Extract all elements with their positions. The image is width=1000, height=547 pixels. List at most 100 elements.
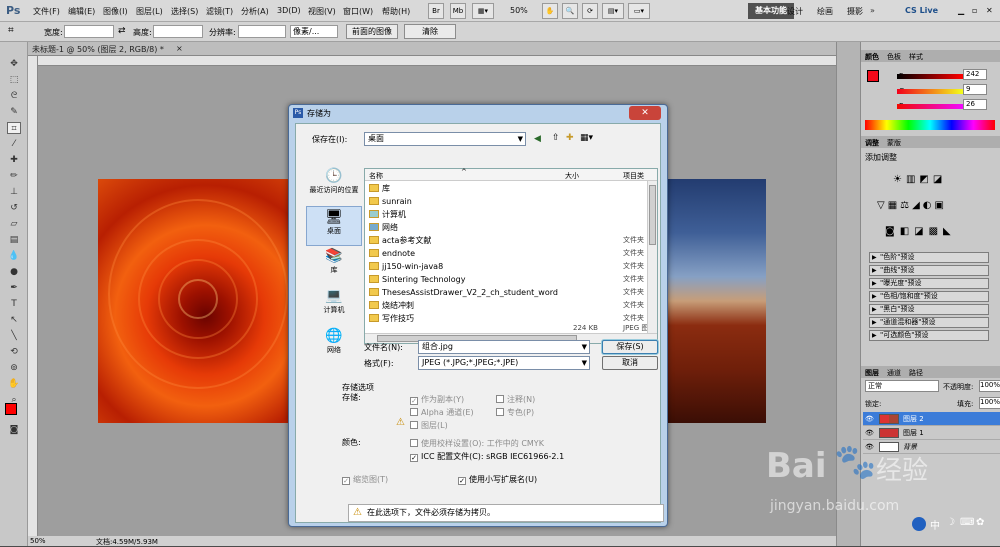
- bridge-button[interactable]: Br: [428, 3, 444, 19]
- column-size[interactable]: 大小: [565, 171, 579, 181]
- pen-tool-icon[interactable]: ✒: [7, 282, 21, 294]
- file-row[interactable]: acta参考文献 文件夹: [369, 234, 653, 247]
- filename-input[interactable]: 组合.jpg ▼: [418, 340, 590, 354]
- r-value[interactable]: 242: [963, 69, 987, 80]
- close-icon[interactable]: ✕: [986, 6, 993, 15]
- healing-brush-icon[interactable]: ✚: [7, 154, 21, 166]
- menu-select[interactable]: 选择(S): [171, 6, 198, 17]
- place-computer[interactable]: 💻 计算机: [306, 286, 362, 326]
- file-row[interactable]: 库: [369, 182, 653, 195]
- lasso-tool-icon[interactable]: ᘓ: [7, 90, 21, 102]
- opacity-input[interactable]: 100%: [979, 380, 1000, 392]
- quick-select-tool-icon[interactable]: ✎: [7, 106, 21, 118]
- visibility-eye-icon[interactable]: 👁: [865, 426, 874, 440]
- shape-tool-icon[interactable]: ╲: [7, 330, 21, 342]
- visibility-eye-icon[interactable]: 👁: [865, 412, 874, 426]
- layer-row-2[interactable]: 👁 图层 2: [863, 412, 1000, 426]
- tab-layers[interactable]: 图层: [865, 368, 879, 378]
- status-zoom[interactable]: 50%: [30, 537, 46, 545]
- preset-channel-mixer[interactable]: "通道混和器"预设: [869, 317, 989, 328]
- icc-profile-checkbox[interactable]: ✓ ICC 配置文件(C): sRGB IEC61966-2.1: [410, 451, 564, 462]
- type-tool-icon[interactable]: T: [7, 298, 21, 310]
- move-tool-icon[interactable]: ✥: [7, 58, 21, 70]
- swap-icon[interactable]: ⇄: [118, 26, 126, 36]
- adjustment-icons-row-2[interactable]: ▽▦⚖◢◐▣: [877, 200, 947, 211]
- menu-filter[interactable]: 滤镜(T): [206, 6, 233, 17]
- tab-color[interactable]: 颜色: [865, 52, 879, 62]
- cs-live[interactable]: CS Live: [905, 6, 938, 15]
- height-input[interactable]: [153, 25, 203, 38]
- file-row[interactable]: 网络: [369, 221, 653, 234]
- g-slider[interactable]: [897, 89, 963, 94]
- minimize-icon[interactable]: ▁: [958, 6, 964, 15]
- menu-analysis[interactable]: 分析(A): [241, 6, 269, 17]
- view-extras-button[interactable]: ▦▾: [472, 3, 494, 19]
- file-list[interactable]: 名称 ^ 大小 项目类 库 sunrain 计算机 网络 acta参考文献 文件夹…: [364, 168, 658, 344]
- menu-edit[interactable]: 编辑(E): [68, 6, 95, 17]
- column-name[interactable]: 名称: [369, 171, 383, 181]
- r-slider[interactable]: [897, 74, 963, 79]
- arrange-documents-icon[interactable]: ▤▾: [602, 3, 624, 19]
- 3d-rotate-icon[interactable]: ⟲: [7, 346, 21, 358]
- menu-view[interactable]: 视图(V): [308, 6, 336, 17]
- blur-tool-icon[interactable]: 💧: [7, 250, 21, 262]
- file-row[interactable]: ThesesAssistDrawer_V2_2_ch_student_word 文…: [369, 286, 653, 299]
- ime-punct-icon[interactable]: ☽: [946, 517, 955, 528]
- file-row[interactable]: jj150-win-java8 文件夹: [369, 260, 653, 273]
- crop-tool-icon[interactable]: ⌗: [7, 122, 21, 134]
- fg-color-preview[interactable]: [867, 70, 879, 82]
- rotate-view-icon[interactable]: ⟳: [582, 3, 598, 19]
- menu-window[interactable]: 窗口(W): [343, 6, 373, 17]
- column-type[interactable]: 项目类: [623, 171, 644, 181]
- preset-curves[interactable]: "曲线"预设: [869, 265, 989, 276]
- vertical-scrollbar[interactable]: [647, 181, 657, 333]
- new-folder-icon[interactable]: ✚: [566, 133, 574, 143]
- lowercase-extension-checkbox[interactable]: ✓ 使用小写扩展名(U): [458, 474, 537, 485]
- tab-channels[interactable]: 通道: [887, 368, 901, 378]
- cancel-button[interactable]: 取消: [602, 356, 658, 370]
- ime-settings-icon[interactable]: ✿: [976, 517, 984, 528]
- preset-hue-saturation[interactable]: "色相/饱和度"预设: [869, 291, 989, 302]
- ime-keyboard-icon[interactable]: ⌨: [960, 517, 974, 528]
- tab-swatches[interactable]: 色板: [887, 52, 901, 62]
- menu-image[interactable]: 图像(I): [103, 6, 128, 17]
- file-row[interactable]: sunrain: [369, 195, 653, 208]
- scrollbar-thumb[interactable]: [649, 185, 656, 245]
- adjustment-icons-row-1[interactable]: ☀▥◩◪: [893, 174, 946, 185]
- resolution-input[interactable]: [238, 25, 286, 38]
- view-menu-icon[interactable]: ▦▾: [580, 133, 593, 143]
- close-document-icon[interactable]: ×: [176, 44, 183, 53]
- place-library[interactable]: 📚 库: [306, 246, 362, 286]
- restore-icon[interactable]: ▫: [972, 6, 977, 15]
- resolution-unit-select[interactable]: 像素/...: [290, 25, 338, 38]
- preset-exposure[interactable]: "曝光度"预设: [869, 278, 989, 289]
- crop-tool-icon[interactable]: ⌗: [8, 25, 14, 36]
- workspace-painting[interactable]: 绘画: [817, 6, 833, 17]
- place-recent[interactable]: 🕒 最近访问的位置: [306, 166, 362, 206]
- g-value[interactable]: 9: [963, 84, 987, 95]
- document-tab[interactable]: 未标题-1 @ 50% (图层 2, RGB/8) * ×: [28, 42, 836, 56]
- b-value[interactable]: 26: [963, 99, 987, 110]
- place-desktop[interactable]: 🖥 桌面: [306, 206, 362, 246]
- dialog-close-icon[interactable]: ✕: [629, 106, 661, 120]
- place-network[interactable]: 🌐 网络: [306, 326, 362, 366]
- marquee-tool-icon[interactable]: ⬚: [7, 74, 21, 86]
- file-row[interactable]: 计算机: [369, 208, 653, 221]
- width-input[interactable]: [64, 25, 114, 38]
- workspace-photography[interactable]: 摄影: [847, 6, 863, 17]
- workspace-design[interactable]: 设计: [787, 6, 803, 17]
- clone-stamp-icon[interactable]: ⊥: [7, 186, 21, 198]
- eyedropper-tool-icon[interactable]: ⁄: [7, 138, 21, 150]
- ime-toolbar[interactable]: 中 ☽ ⌨ ✿: [912, 515, 996, 533]
- tab-paths[interactable]: 路径: [909, 368, 923, 378]
- preset-selective-color[interactable]: "可选颜色"预设: [869, 330, 989, 341]
- color-spectrum[interactable]: [865, 120, 995, 130]
- zoom-icon[interactable]: 🔍: [562, 3, 578, 19]
- 3d-orbit-icon[interactable]: ⊚: [7, 362, 21, 374]
- file-row-partial[interactable]: 224 KB JPEG 图: [369, 324, 653, 332]
- more-workspaces-icon[interactable]: »: [870, 6, 875, 15]
- hand-tool-icon[interactable]: ✋: [7, 378, 21, 390]
- preset-levels[interactable]: "色阶"预设: [869, 252, 989, 263]
- mini-bridge-button[interactable]: Mb: [450, 3, 466, 19]
- menu-file[interactable]: 文件(F): [33, 6, 60, 17]
